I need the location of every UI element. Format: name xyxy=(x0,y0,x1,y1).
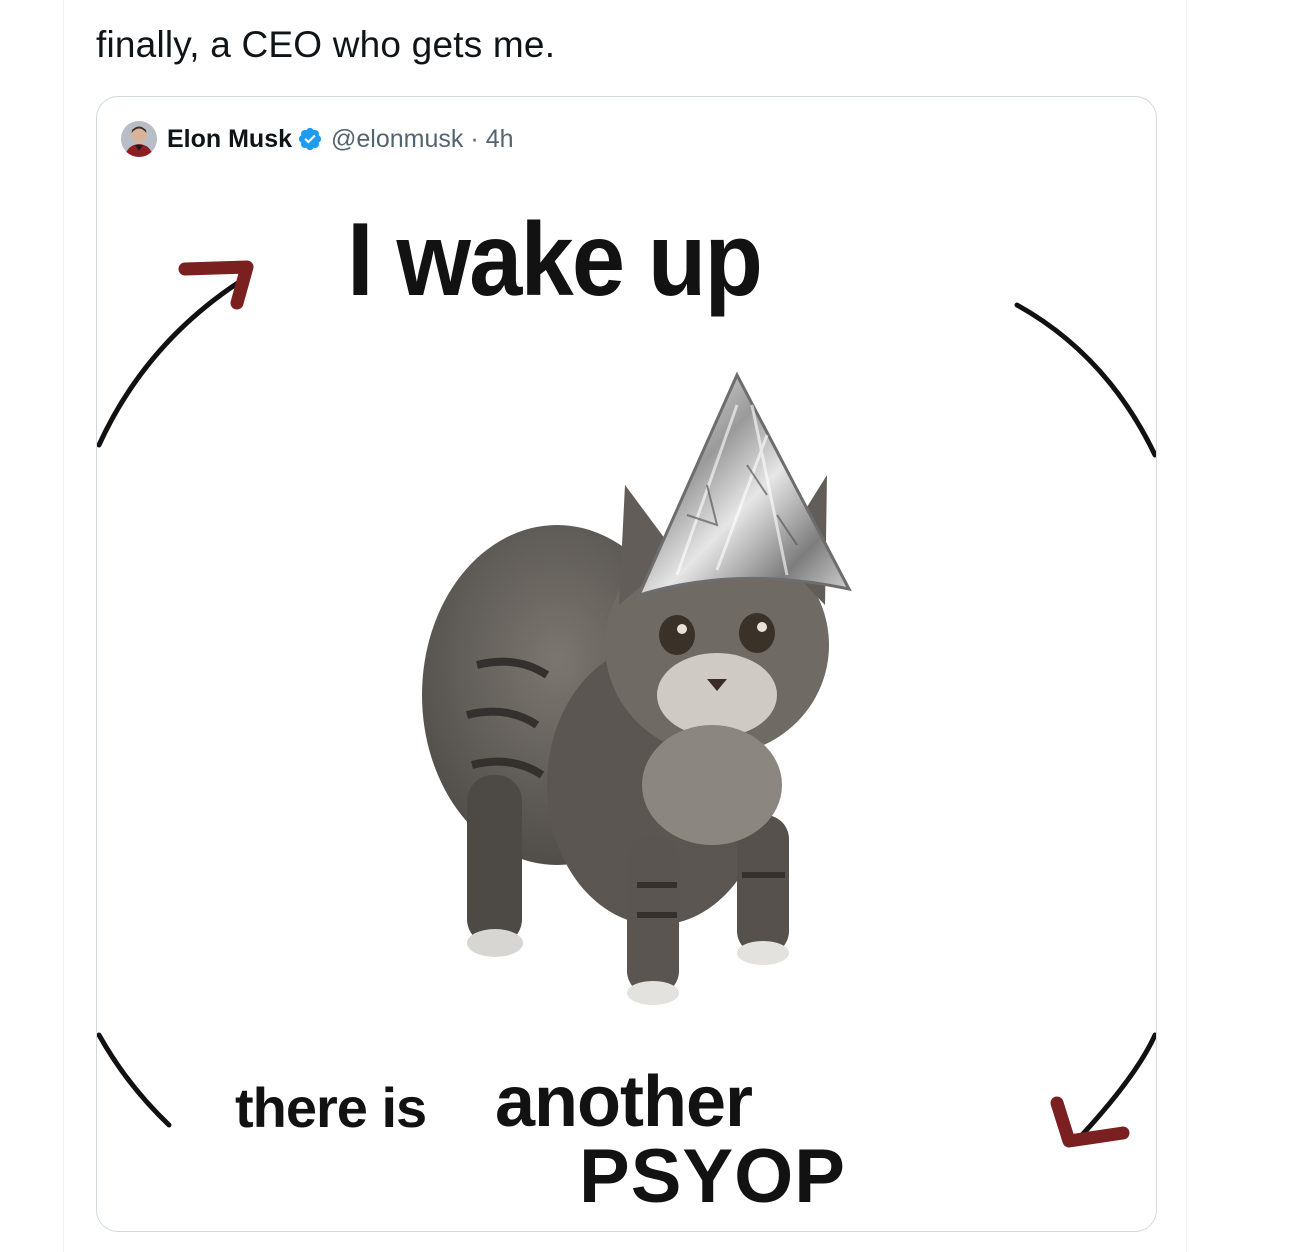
meme-caption-another: another xyxy=(495,1062,753,1142)
author-avatar[interactable] xyxy=(121,121,157,157)
arc-bottom-left xyxy=(97,1032,172,1128)
arc-top-right xyxy=(1014,302,1156,458)
verified-badge-icon xyxy=(298,127,322,151)
quoted-tweet-header: Elon Musk @elonmusk · 4h xyxy=(121,119,514,159)
timeline-right-border xyxy=(1186,0,1187,1252)
arrow-head-bottom-right xyxy=(1050,1096,1130,1148)
timeline-left-border xyxy=(63,0,64,1252)
author-handle[interactable]: @elonmusk xyxy=(331,125,463,154)
arc-top-left xyxy=(97,274,250,448)
meme-caption-psyop: PSYOP xyxy=(579,1134,846,1219)
tinfoil-hat-cat-icon xyxy=(422,371,852,1005)
tweet-page: finally, a CEO who gets me. Elon Musk @e… xyxy=(0,0,1293,1252)
tweet-timestamp[interactable]: 4h xyxy=(486,125,514,154)
tweet-text: finally, a CEO who gets me. xyxy=(96,24,556,65)
avatar-photo-icon xyxy=(121,121,157,157)
quoted-tweet-card[interactable]: Elon Musk @elonmusk · 4h I wake up there… xyxy=(96,96,1157,1232)
meme-caption-top: I wake up xyxy=(347,202,763,318)
meme-image[interactable]: I wake up there is another PSYOP xyxy=(97,185,1156,1231)
arc-bottom-right xyxy=(1079,1032,1156,1138)
author-name[interactable]: Elon Musk xyxy=(167,125,292,154)
separator-dot: · xyxy=(470,124,479,153)
meme-caption-there-is: there is xyxy=(235,1076,427,1139)
